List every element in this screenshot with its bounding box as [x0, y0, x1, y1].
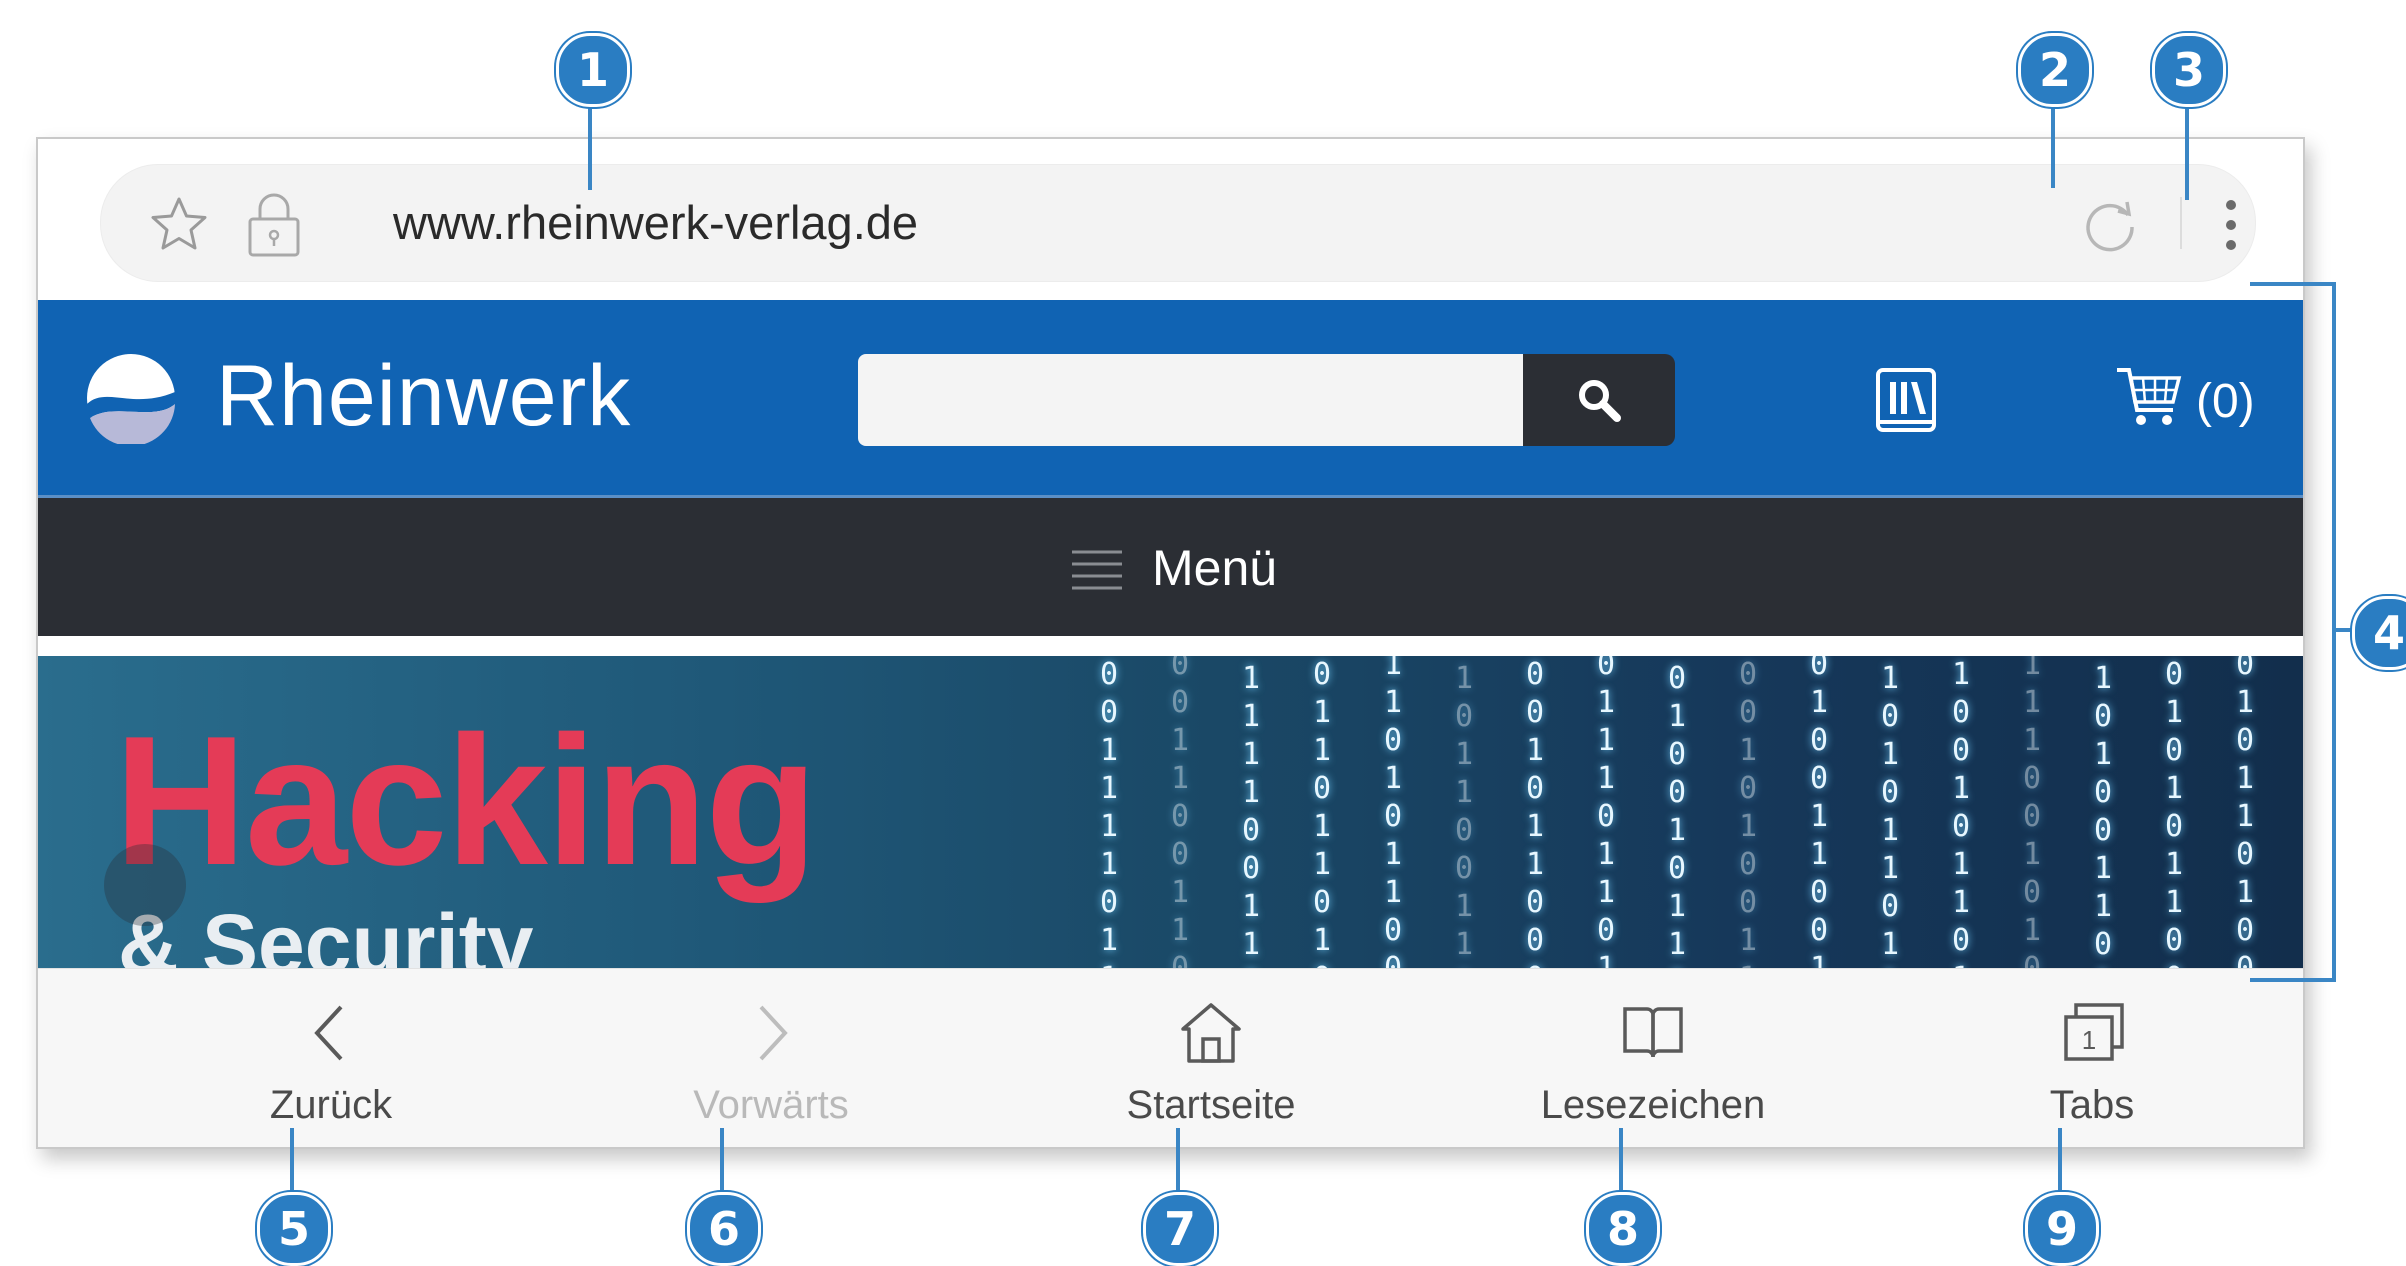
banner-title: Hacking [114, 697, 818, 903]
cart-count[interactable]: (0) [2196, 374, 2255, 430]
bookmarks-label: Lesezeichen [1540, 1083, 1766, 1127]
binary-column: 0 1 1 0 1 1 0 1 0 [1312, 657, 1332, 968]
callout-1: 1 [556, 33, 630, 107]
binary-column: 1 1 1 0 0 1 0 1 0 [2022, 656, 2042, 968]
binary-column: 0 0 1 0 1 1 0 0 0 [1525, 657, 1545, 968]
callout-bracket-side [2332, 282, 2336, 982]
bookmarks-button[interactable]: Lesezeichen [1523, 969, 1783, 1147]
chevron-right-icon [759, 1005, 788, 1061]
binary-column: 0 1 0 1 0 1 1 0 0 [2164, 657, 2184, 968]
binary-column: 1 0 1 1 0 0 1 1 0 [1454, 661, 1474, 968]
cart-icon[interactable] [2113, 362, 2185, 434]
binary-column: 0 1 1 1 0 1 1 0 1 [1596, 656, 1616, 968]
callout-line-2 [2051, 100, 2055, 188]
rheinwerk-logo-icon[interactable] [84, 352, 178, 444]
library-icon[interactable] [1874, 366, 1938, 438]
hero-banner[interactable]: 0 0 1 1 1 1 0 1 1 0 0 1 1 0 0 1 1 0 1 1 1 … [38, 656, 2303, 968]
callout-3: 3 [2152, 33, 2226, 107]
callout-5: 5 [257, 1192, 331, 1266]
callout-6: 6 [687, 1192, 761, 1266]
tabs-button[interactable]: 1 Tabs [1962, 969, 2222, 1147]
binary-column: 0 0 1 1 0 0 1 1 0 [1170, 656, 1190, 968]
binary-column: 1 0 1 0 0 1 1 0 1 [2093, 661, 2113, 968]
search-button[interactable] [1523, 354, 1675, 446]
callout-line-8 [1619, 1128, 1623, 1200]
callout-9: 9 [2025, 1192, 2099, 1266]
binary-column: 0 1 0 1 1 0 1 0 0 [2235, 656, 2255, 968]
binary-column: 1 1 1 1 0 0 1 1 0 [1241, 661, 1261, 968]
search-icon [1579, 380, 1621, 422]
callout-8: 8 [1586, 1192, 1660, 1266]
chevron-left-icon [314, 1005, 343, 1061]
callout-line-1 [588, 100, 592, 190]
callout-line-3 [2185, 100, 2189, 200]
callout-2: 2 [2018, 33, 2092, 107]
site-header: Rheinwerk (0) [38, 300, 2303, 498]
address-bar[interactable]: www.rheinwerk-verlag.de [100, 164, 2256, 282]
reload-icon[interactable] [2078, 193, 2142, 257]
browser-window: www.rheinwerk-verlag.de Rheinwerk (0) Me… [36, 137, 2305, 1149]
binary-column: 0 1 0 0 1 0 1 1 0 [1667, 661, 1687, 968]
forward-button[interactable]: Vorwärts [641, 969, 901, 1147]
binary-column: 1 0 0 1 0 1 1 0 1 [1951, 657, 1971, 968]
tab-count: 1 [2082, 1025, 2096, 1055]
back-label: Zurück [269, 1083, 393, 1127]
bottom-navigation: Zurück Vorwärts Startseite Lesezeichen 1… [38, 968, 2303, 1147]
menu-bar[interactable]: Menü [38, 498, 2303, 636]
back-button[interactable]: Zurück [201, 969, 461, 1147]
search-input[interactable] [858, 354, 1563, 446]
menu-label: Menü [1152, 540, 1278, 596]
binary-column: 0 1 0 0 1 1 0 0 1 [1809, 656, 1829, 968]
home-icon [1181, 1003, 1241, 1063]
url-text[interactable]: www.rheinwerk-verlag.de [393, 195, 918, 251]
callout-line-9 [2058, 1128, 2062, 1200]
callout-4: 4 [2352, 596, 2406, 670]
callout-line-7 [1176, 1128, 1180, 1200]
address-bar-divider [2180, 197, 2182, 249]
header-spacer [38, 636, 2303, 656]
tabs-icon: 1 [2064, 1003, 2124, 1061]
binary-column: 0 0 1 1 1 1 0 1 1 [1099, 657, 1119, 968]
lock-icon[interactable] [243, 189, 305, 259]
forward-label: Vorwärts [693, 1083, 849, 1127]
callout-line-6 [720, 1128, 724, 1200]
tabs-label: Tabs [2049, 1083, 2135, 1127]
more-vert-icon[interactable] [2211, 193, 2251, 257]
callout-bracket-top [2250, 282, 2336, 286]
binary-column: 1 0 1 0 1 1 0 1 1 [1880, 661, 1900, 968]
hamburger-menu-icon [1072, 550, 1122, 590]
carousel-control[interactable] [104, 844, 186, 926]
star-icon[interactable] [147, 193, 211, 257]
callout-line-5 [290, 1128, 294, 1200]
home-label: Startseite [1126, 1083, 1296, 1127]
callout-7: 7 [1143, 1192, 1217, 1266]
binary-column: 0 0 1 0 1 0 0 1 1 [1738, 657, 1758, 968]
binary-column: 1 1 0 1 0 1 1 0 0 [1383, 656, 1403, 968]
bookmarks-icon [1623, 1007, 1683, 1058]
brand-name[interactable]: Rheinwerk [216, 346, 631, 446]
callout-bracket-bottom [2250, 978, 2336, 982]
home-button[interactable]: Startseite [1081, 969, 1341, 1147]
